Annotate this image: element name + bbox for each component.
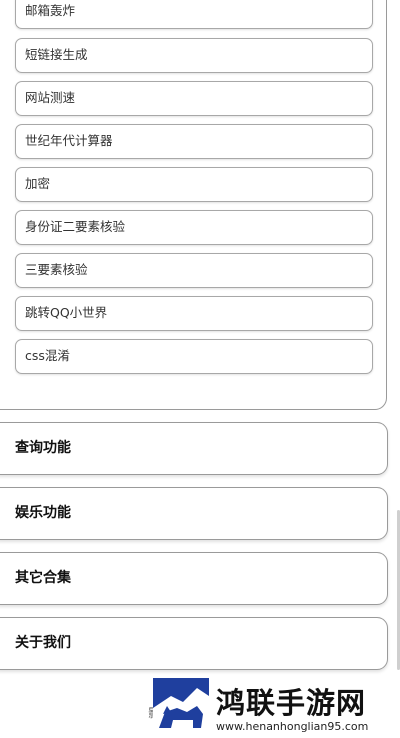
tool-item-three-factor[interactable]: 三要素核验: [15, 253, 373, 288]
tool-item-era-calculator[interactable]: 世纪年代计算器: [15, 124, 373, 159]
tool-item-encrypt[interactable]: 加密: [15, 167, 373, 202]
tool-item-email-bomb[interactable]: 邮箱轰炸: [15, 0, 373, 29]
section-entertainment[interactable]: 娱乐功能: [0, 487, 388, 540]
tool-item-short-link[interactable]: 短链接生成: [15, 38, 373, 73]
section-query[interactable]: 查询功能: [0, 422, 388, 475]
tool-item-qq-world[interactable]: 跳转QQ小世界: [15, 296, 373, 331]
section-other[interactable]: 其它合集: [0, 552, 388, 605]
bull-logo-icon: [153, 678, 209, 734]
tool-item-id-two-factor[interactable]: 身份证二要素核验: [15, 210, 373, 245]
watermark-title: 鸿联手游网: [216, 686, 367, 720]
tool-item-site-speed[interactable]: 网站测速: [15, 81, 373, 116]
watermark: 影 鸿联手游网 www.henanhonglian95.com: [148, 678, 400, 738]
tool-item-css-obfuscate[interactable]: css混淆: [15, 339, 373, 374]
watermark-url: www.henanhonglian95.com: [216, 720, 369, 733]
section-about[interactable]: 关于我们: [0, 617, 388, 670]
